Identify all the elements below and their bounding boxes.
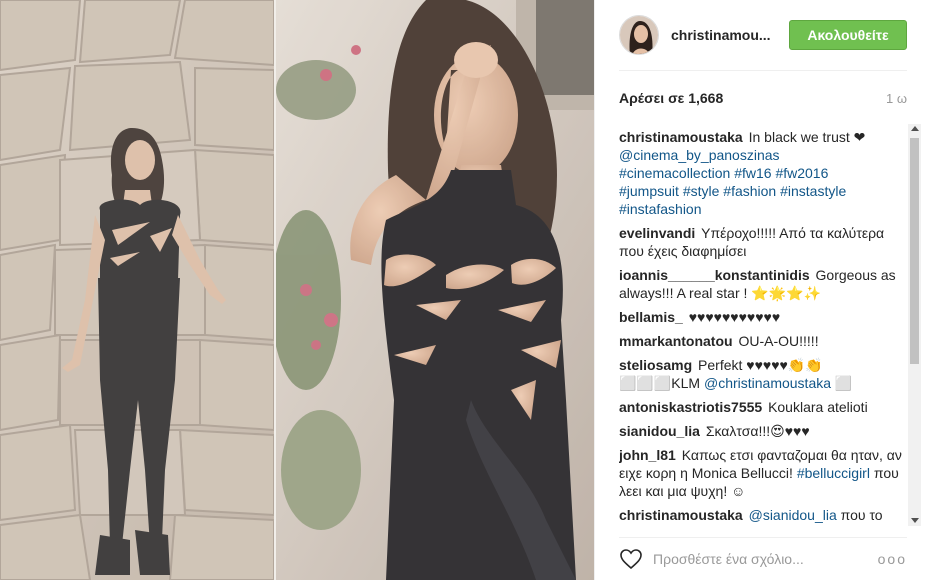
comment-item: steliosamg Perfekt ♥♥♥♥♥👏👏⬜⬜⬜KLM @christ… [619, 356, 903, 392]
comment-tag-link[interactable]: #cinemacollection [619, 165, 730, 181]
comment-input[interactable] [653, 551, 873, 567]
comment-item: sianidou_lia Σκαλτσα!!!😍♥♥♥ [619, 422, 903, 440]
comment-tag-link[interactable]: @cinema_by_panoszinas [619, 147, 780, 163]
comment-text: In black we trust ❤ [748, 129, 866, 145]
comment-item: christinamoustaka @sianidou_lia που το [619, 506, 903, 523]
comment-author[interactable]: sianidou_lia [619, 423, 700, 439]
scrollbar-thumb[interactable] [910, 138, 919, 364]
comment-text: που το [836, 507, 883, 523]
username[interactable]: christinamou... [671, 27, 783, 43]
comment-item: john_l81 Καπως ετσι φανταζομαι θα ηταν, … [619, 446, 903, 500]
comment-item: antoniskastriotis7555 Kouklara atelioti [619, 398, 903, 416]
comments-list: christinamoustaka In black we trust ❤ @ci… [619, 128, 903, 523]
post-photo[interactable] [0, 0, 594, 580]
likes-row: Αρέσει σε 1,668 1 ω [619, 90, 907, 106]
comment-text: Σκαλτσα!!!😍♥♥♥ [705, 423, 810, 439]
post-timestamp[interactable]: 1 ω [886, 91, 907, 106]
comment-author[interactable]: christinamoustaka [619, 507, 743, 523]
comment-tag-link[interactable]: @christinamoustaka [704, 375, 831, 391]
comment-tag-link[interactable]: #fw2016 [775, 165, 828, 181]
comment-author[interactable]: ioannis______konstantinidis [619, 267, 810, 283]
comment-author[interactable]: christinamoustaka [619, 129, 743, 145]
comment-text: OU-A-OU!!!!! [738, 333, 819, 349]
comment-tag-link[interactable]: #jumpsuit [619, 183, 679, 199]
comment-tag-link[interactable]: #instastyle [780, 183, 846, 199]
comment-item: evelinvandi Υπέροχο!!!!! Από τα καλύτερα… [619, 224, 903, 260]
comment-bar: ooo [619, 537, 907, 580]
comment-text: ⬜ [831, 375, 853, 391]
comment-author[interactable]: evelinvandi [619, 225, 695, 241]
more-options-icon[interactable]: ooo [878, 551, 907, 567]
comment-tag-link[interactable]: @sianidou_lia [749, 507, 837, 523]
comment-author[interactable]: antoniskastriotis7555 [619, 399, 762, 415]
comment-tag-link[interactable]: #fw16 [734, 165, 771, 181]
comment-author[interactable]: steliosamg [619, 357, 692, 373]
comment-item: bellamis_ ♥♥♥♥♥♥♥♥♥♥♥ [619, 308, 903, 326]
comment-item: mmarkantonatou OU-A-OU!!!!! [619, 332, 903, 350]
comment-text: Kouklara atelioti [768, 399, 868, 415]
post-sidebar: christinamou... Ακολουθείτε Αρέσει σε 1,… [594, 0, 926, 580]
likes-count[interactable]: Αρέσει σε 1,668 [619, 90, 723, 106]
follow-button[interactable]: Ακολουθείτε [789, 20, 907, 50]
post-header: christinamou... Ακολουθείτε [619, 0, 907, 71]
avatar[interactable] [619, 15, 659, 55]
photo-left-panel [0, 0, 274, 580]
comment-author[interactable]: bellamis_ [619, 309, 683, 325]
comment-item: christinamoustaka In black we trust ❤ @ci… [619, 128, 903, 218]
comment-author[interactable]: mmarkantonatou [619, 333, 733, 349]
comment-text: ♥♥♥♥♥♥♥♥♥♥♥ [688, 309, 781, 325]
comment-item: ioannis______konstantinidis Gorgeous as … [619, 266, 903, 302]
heart-outline-icon[interactable] [619, 548, 643, 570]
scroll-down-arrow-icon[interactable] [911, 518, 919, 523]
comments-scrollbar[interactable] [908, 124, 921, 526]
comment-tag-link[interactable]: #fashion [723, 183, 776, 199]
comment-tag-link[interactable]: #style [683, 183, 720, 199]
scroll-up-arrow-icon[interactable] [911, 126, 919, 131]
comment-tag-link[interactable]: #belluccigirl [797, 465, 870, 481]
comment-tag-link[interactable]: #instafashion [619, 201, 702, 217]
comment-author[interactable]: john_l81 [619, 447, 676, 463]
photo-right-panel [276, 0, 594, 580]
